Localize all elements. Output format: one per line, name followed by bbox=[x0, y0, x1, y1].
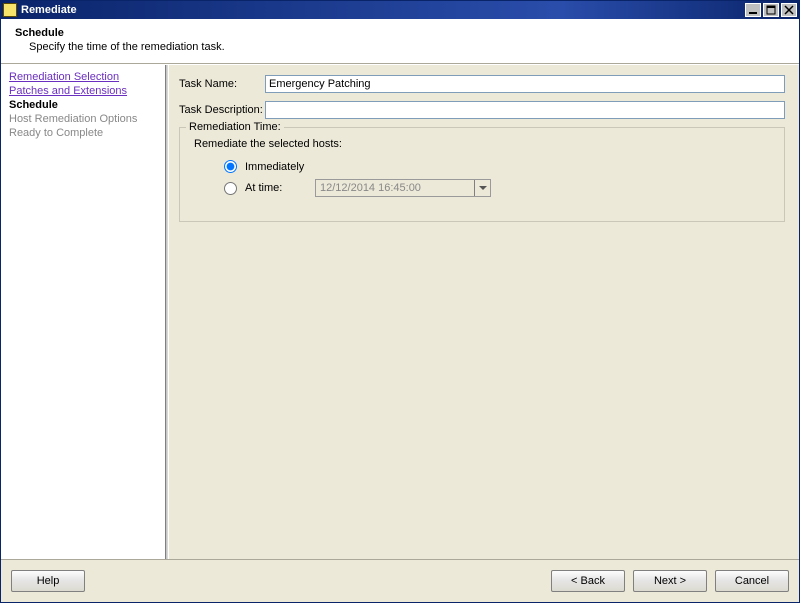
remediation-time-legend: Remediation Time: bbox=[186, 121, 284, 133]
step-ready-to-complete: Ready to Complete bbox=[9, 127, 157, 139]
back-button[interactable]: < Back bbox=[551, 570, 625, 592]
cancel-button[interactable]: Cancel bbox=[715, 570, 789, 592]
window-title: Remediate bbox=[21, 4, 743, 16]
step-remediation-selection[interactable]: Remediation Selection bbox=[9, 71, 157, 83]
chevron-down-icon bbox=[474, 180, 490, 196]
task-description-input[interactable] bbox=[265, 101, 785, 119]
wizard-footer: Help < Back Next > Cancel bbox=[1, 559, 799, 602]
wizard-header: Schedule Specify the time of the remedia… bbox=[1, 19, 799, 64]
maximize-button[interactable] bbox=[763, 3, 779, 17]
step-schedule: Schedule bbox=[9, 99, 157, 111]
radio-row-immediate: Immediately bbox=[224, 160, 770, 173]
page-description: Specify the time of the remediation task… bbox=[29, 41, 785, 53]
next-button[interactable]: Next > bbox=[633, 570, 707, 592]
task-name-input[interactable] bbox=[265, 75, 785, 93]
radio-immediately[interactable] bbox=[224, 160, 237, 173]
task-name-row: Task Name: bbox=[179, 75, 785, 93]
wizard-steps-sidebar: Remediation Selection Patches and Extens… bbox=[1, 65, 165, 559]
minimize-icon bbox=[748, 5, 758, 15]
help-button[interactable]: Help bbox=[11, 570, 85, 592]
radio-at-time[interactable] bbox=[224, 182, 237, 195]
radio-row-attime: At time: 12/12/2014 16:45:00 bbox=[224, 179, 770, 197]
radio-immediately-label: Immediately bbox=[245, 161, 315, 173]
step-patches-extensions[interactable]: Patches and Extensions bbox=[9, 85, 157, 97]
app-icon bbox=[3, 3, 17, 17]
wizard-body: Remediation Selection Patches and Extens… bbox=[1, 64, 799, 559]
at-time-value: 12/12/2014 16:45:00 bbox=[316, 182, 474, 194]
task-description-label: Task Description: bbox=[179, 104, 265, 116]
titlebar: Remediate bbox=[1, 1, 799, 19]
page-heading: Schedule bbox=[15, 27, 785, 39]
maximize-icon bbox=[766, 5, 776, 15]
radio-at-time-label: At time: bbox=[245, 182, 315, 194]
task-description-row: Task Description: bbox=[179, 101, 785, 119]
minimize-button[interactable] bbox=[745, 3, 761, 17]
close-button[interactable] bbox=[781, 3, 797, 17]
task-name-label: Task Name: bbox=[179, 78, 265, 90]
wizard-main-panel: Task Name: Task Description: Remediation… bbox=[169, 65, 799, 559]
close-icon bbox=[784, 5, 794, 15]
at-time-dropdown[interactable]: 12/12/2014 16:45:00 bbox=[315, 179, 491, 197]
step-host-remediation-options: Host Remediation Options bbox=[9, 113, 157, 125]
remediation-instruction: Remediate the selected hosts: bbox=[194, 138, 770, 150]
remediate-window: Remediate Schedule Specify the time of t… bbox=[0, 0, 800, 603]
remediation-time-group: Remediation Time: Remediate the selected… bbox=[179, 127, 785, 222]
